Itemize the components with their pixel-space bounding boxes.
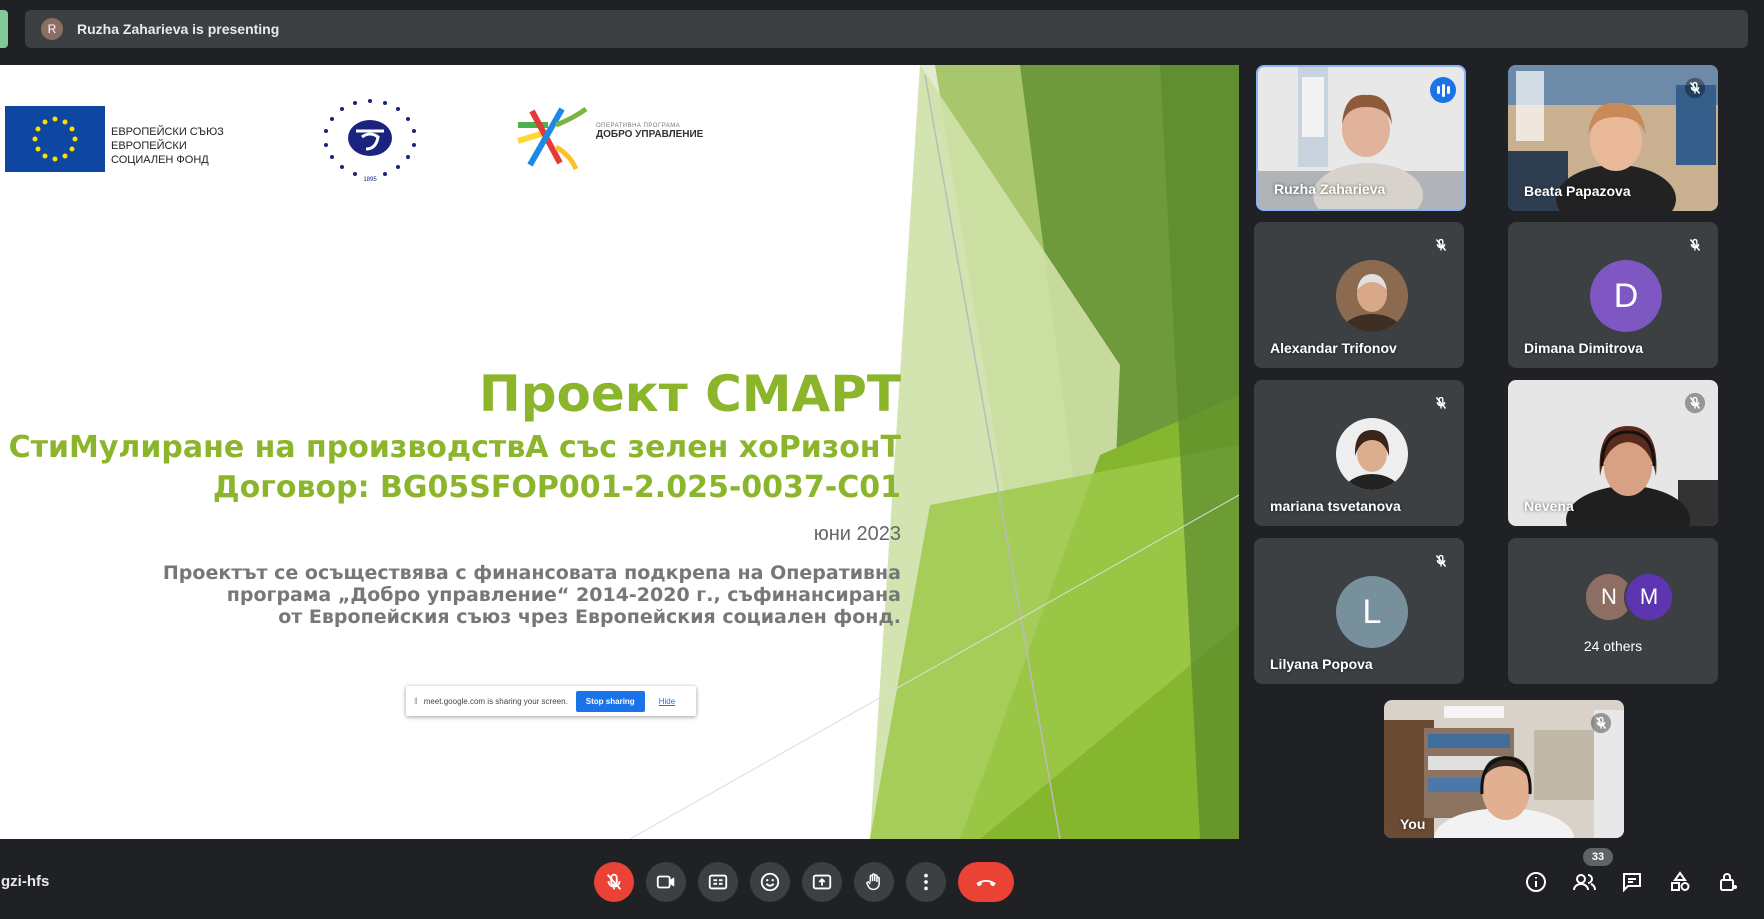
chat-button[interactable]	[1618, 868, 1646, 896]
present-screen-icon	[812, 874, 832, 890]
participant-name: You	[1400, 816, 1426, 832]
participant-name: Ruzha Zaharieva	[1274, 181, 1386, 197]
avatar	[1336, 260, 1408, 332]
university-year: 1895	[363, 177, 377, 183]
people-button[interactable]	[1570, 868, 1598, 896]
slide-title: Проект СМАРТ	[478, 365, 901, 423]
raise-hand-icon	[866, 873, 880, 891]
activities-icon	[1671, 871, 1690, 891]
muted-mic-icon	[1684, 392, 1706, 414]
tile-you[interactable]: You	[1384, 700, 1624, 838]
captions-button[interactable]	[698, 862, 738, 902]
op-good-governance-logo	[517, 106, 588, 171]
hang-up-icon	[976, 879, 996, 887]
tile-ruzha-zaharieva[interactable]: Ruzha Zaharieva	[1256, 65, 1466, 211]
avatar	[1336, 418, 1408, 490]
op-logo-main: ДОБРО УПРАВЛЕНИЕ	[596, 129, 704, 140]
presenting-banner: R Ruzha Zaharieva is presenting	[25, 10, 1748, 48]
tile-lilyana-popova[interactable]: L Lilyana Popova	[1254, 538, 1464, 684]
people-count-badge: 33	[1583, 848, 1613, 866]
mic-off-icon	[606, 873, 622, 890]
avatar: L	[1336, 576, 1408, 648]
more-vert-icon	[924, 873, 928, 891]
slide-date: юни 2023	[813, 523, 901, 545]
presented-slide: ЕВРОПЕЙСКИ СЪЮЗ ЕВРОПЕЙСКИ СОЦИАЛЕН ФОНД…	[0, 65, 1239, 839]
presenter-avatar: R	[41, 18, 63, 40]
avatar-photo	[1336, 260, 1408, 332]
muted-mic-icon	[1684, 77, 1706, 99]
meeting-details-button[interactable]	[1522, 868, 1550, 896]
share-notice-text: meet.google.com is sharing your screen.	[423, 696, 568, 706]
eu-stars-icon	[32, 116, 78, 162]
eu-logo-text: ЕВРОПЕЙСКИ СЪЮЗ ЕВРОПЕЙСКИ СОЦИАЛЕН ФОНД	[111, 125, 251, 167]
eu-flag-logo	[5, 106, 105, 172]
activities-button[interactable]	[1666, 868, 1694, 896]
screen-share-notice: ‖ meet.google.com is sharing your screen…	[406, 686, 696, 716]
reactions-button[interactable]	[750, 862, 790, 902]
participant-name: Beata Papazova	[1524, 183, 1631, 199]
participant-name: Lilyana Popova	[1270, 656, 1373, 672]
meeting-code: gzi-hfs	[1, 873, 50, 890]
avatar: M	[1624, 572, 1674, 622]
tile-mariana-tsvetanova[interactable]: mariana tsvetanova	[1254, 380, 1464, 526]
drag-handle-icon[interactable]: ‖	[414, 696, 418, 706]
description-line: програма „Добро управление“ 2014-2020 г.…	[226, 584, 901, 606]
tile-alexandar-trifonov[interactable]: Alexandar Trifonov	[1254, 222, 1464, 368]
muted-mic-icon	[1590, 712, 1612, 734]
tile-dimana-dimitrova[interactable]: D Dimana Dimitrova	[1508, 222, 1718, 368]
university-logo: 1895	[324, 99, 416, 183]
eu-logo-line: ЕВРОПЕЙСКИ СЪЮЗ	[111, 126, 224, 138]
presenting-text: Ruzha Zaharieva is presenting	[77, 21, 280, 37]
chat-icon	[1623, 873, 1641, 893]
participant-name: mariana tsvetanova	[1270, 498, 1401, 514]
stop-sharing-button[interactable]: Stop sharing	[575, 690, 645, 712]
muted-mic-icon	[1435, 554, 1447, 567]
camera-toggle-button[interactable]	[646, 862, 686, 902]
more-options-button[interactable]	[906, 862, 946, 902]
participant-name: Alexandar Trifonov	[1270, 340, 1397, 356]
camera-icon	[656, 875, 675, 889]
others-count: 24 others	[1583, 638, 1643, 654]
muted-mic-icon	[1689, 238, 1701, 251]
description-line: от Европейския съюз чрез Европейския соц…	[278, 606, 901, 628]
hide-link[interactable]: Hide	[659, 697, 675, 706]
muted-mic-icon	[1435, 238, 1447, 251]
tile-others[interactable]: N M 24 others	[1508, 538, 1718, 684]
speaking-indicator-icon	[1430, 77, 1456, 103]
tile-nevena[interactable]: Nevena	[1508, 380, 1718, 526]
others-avatars: N M	[1584, 572, 1674, 622]
raise-hand-button[interactable]	[854, 862, 894, 902]
description-line: Проектът се осъществява с финансовата по…	[162, 562, 901, 584]
emoji-icon	[760, 872, 780, 892]
slide-description: Проектът се осъществява с финансовата по…	[163, 562, 901, 628]
side-panel-tab[interactable]	[0, 10, 8, 48]
op-logo-text: ОПЕРАТИВНА ПРОГРАМА ДОБРО УПРАВЛЕНИЕ	[596, 123, 726, 140]
slide-contract: Договор: BG05SFOP001-2.025-0037-C01	[212, 470, 901, 505]
muted-mic-icon	[1435, 396, 1447, 409]
present-screen-button[interactable]	[802, 862, 842, 902]
participant-name: Nevena	[1524, 498, 1574, 514]
lock-person-icon	[1720, 873, 1737, 891]
slide-subtitle: СтиМулиране на производствА със зелен хо…	[8, 430, 901, 465]
leave-call-button[interactable]	[958, 862, 1014, 902]
host-controls-button[interactable]	[1714, 868, 1742, 896]
avatar: D	[1590, 260, 1662, 332]
avatar-photo	[1336, 418, 1408, 490]
mic-toggle-button[interactable]	[594, 862, 634, 902]
info-icon	[1526, 872, 1546, 892]
people-icon	[1573, 874, 1596, 891]
participant-name: Dimana Dimitrova	[1524, 340, 1644, 356]
captions-icon	[708, 874, 728, 890]
eu-logo-line: СОЦИАЛЕН ФОНД	[111, 154, 209, 166]
eu-logo-line: ЕВРОПЕЙСКИ	[111, 140, 187, 152]
tile-beata-papazova[interactable]: Beata Papazova	[1508, 65, 1718, 211]
